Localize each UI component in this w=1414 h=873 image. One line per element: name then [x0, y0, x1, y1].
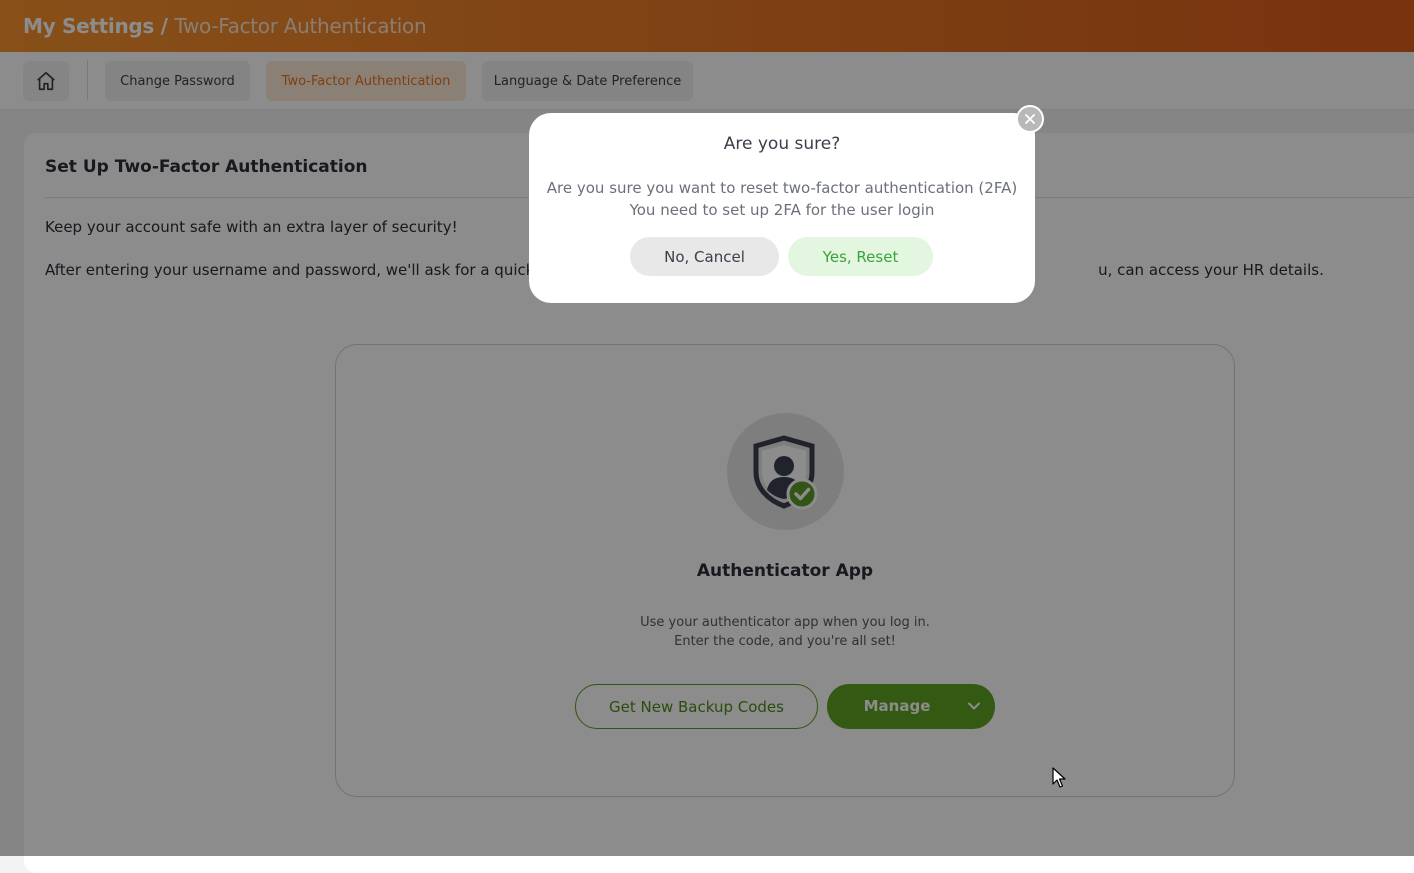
cancel-button[interactable]: No, Cancel	[630, 237, 779, 276]
dialog-message-line2: You need to set up 2FA for the user logi…	[629, 201, 935, 219]
close-icon	[1025, 114, 1035, 124]
mouse-cursor-icon	[1052, 767, 1066, 788]
dialog-message-line1: Are you sure you want to reset two-facto…	[546, 179, 1018, 197]
dialog-title: Are you sure?	[723, 134, 841, 154]
dialog-message: Are you sure you want to reset two-facto…	[529, 177, 1035, 221]
close-button[interactable]	[1016, 105, 1044, 133]
confirm-reset-button[interactable]: Yes, Reset	[788, 237, 933, 276]
reset-2fa-confirm-dialog: Are you sure? Are you sure you want to r…	[529, 105, 1044, 303]
